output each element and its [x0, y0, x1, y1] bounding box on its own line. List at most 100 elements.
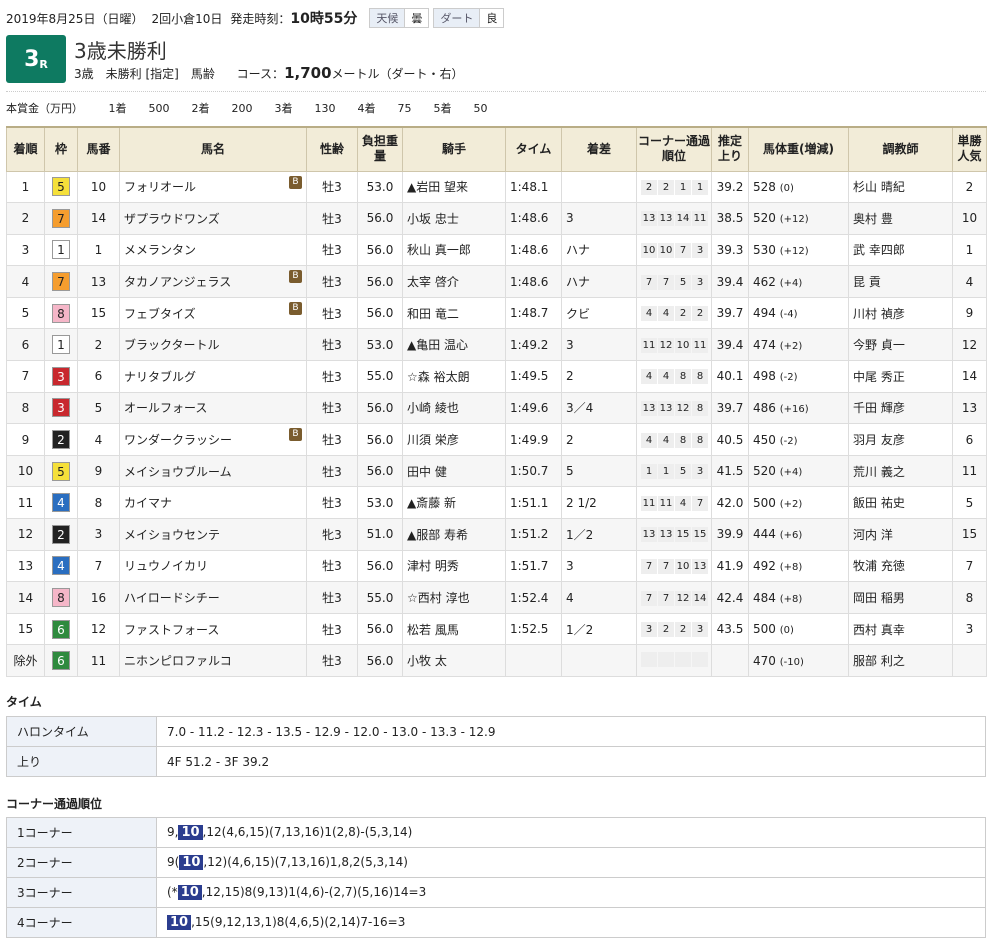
horse-name-link[interactable]: フォリオール: [124, 180, 196, 194]
finish-time: 1:49.6: [505, 391, 562, 425]
trainer-link[interactable]: 服部 利之: [853, 654, 905, 668]
corner-position: 3: [692, 274, 708, 290]
jockey-link[interactable]: 太宰 啓介: [407, 275, 459, 289]
finish-position: 9: [6, 423, 45, 456]
trainer-link[interactable]: 武 幸四郎: [853, 243, 905, 257]
table-row: 2 7 14 ザプラウドワンズ 牡3 56.0 小坂 忠士 1:48.6 3 13 13 14 11 38…: [6, 202, 987, 235]
horse-name-cell: メイショウセンテ: [119, 518, 307, 551]
trainer-link[interactable]: 昆 貢: [853, 275, 881, 289]
horse-name-link[interactable]: ハイロードシチー: [124, 591, 220, 605]
popularity: 12: [952, 328, 987, 362]
prize-item: 4着: [357, 102, 376, 115]
trainer-link[interactable]: 牧浦 充徳: [853, 559, 905, 573]
waku-cell: 3: [44, 391, 78, 425]
trainer-link[interactable]: 杉山 晴紀: [853, 180, 905, 194]
jockey-link[interactable]: 津村 明秀: [407, 559, 459, 573]
corner-order-pre: 9(: [167, 855, 180, 869]
last-3f: 42.0: [711, 486, 749, 520]
table-row: 1 5 10 フォリオール B 牡3 53.0 ▲岩田 望来 1:48.1 2 2 1 1 39.2 528…: [6, 170, 987, 204]
carried-weight: 53.0: [357, 486, 403, 520]
finish-position: 14: [6, 581, 45, 614]
jockey-link[interactable]: 和田 竜二: [407, 307, 459, 321]
trainer-link[interactable]: 川村 禎彦: [853, 307, 905, 321]
divider: [6, 91, 986, 92]
corner-positions: 7753: [636, 265, 712, 298]
trainer-link[interactable]: 今野 貞一: [853, 338, 905, 352]
jockey-link[interactable]: 秋山 真一郎: [407, 243, 471, 257]
jockey-link[interactable]: 田中 健: [407, 465, 447, 479]
blinker-icon: B: [289, 428, 302, 442]
popularity: [952, 644, 987, 677]
horse-name-link[interactable]: ワンダークラッシー: [124, 433, 232, 447]
horse-name-cell: ニホンピロファルコ: [119, 644, 307, 677]
horse-name-link[interactable]: メメランタン: [124, 243, 196, 257]
body-weight: 528: [753, 179, 776, 194]
horse-name-link[interactable]: カイマナ: [124, 496, 172, 510]
prize-label: 本賞金（万円）: [6, 102, 83, 115]
body-weight-diff: (+8): [779, 593, 803, 605]
trainer-link[interactable]: 奥村 豊: [853, 212, 893, 226]
horse-name-link[interactable]: メイショウセンテ: [124, 528, 220, 542]
jockey-link[interactable]: 小坂 忠士: [407, 212, 459, 226]
trainer-link[interactable]: 羽月 友彦: [853, 433, 905, 447]
trainer-link[interactable]: 千田 輝彦: [853, 401, 905, 415]
trainer-link[interactable]: 岡田 稲男: [853, 591, 905, 605]
popularity: 2: [952, 170, 987, 204]
trainer-link[interactable]: 西村 真幸: [853, 623, 905, 637]
corner-row: 1コーナー 9, 10,12(4,6,15)(7,13,16)1(2,8)-(5,3…: [6, 817, 986, 848]
corner-position: 10: [641, 242, 657, 258]
margin: 4: [561, 581, 637, 614]
corner-position: [675, 651, 691, 667]
finish-time: 1:49.5: [505, 360, 562, 393]
finish-time: 1:48.6: [505, 202, 562, 235]
blinker-icon: B: [289, 175, 302, 189]
horse-name-link[interactable]: フェブタイズ: [124, 307, 196, 321]
body-weight-cell: 500 (+2): [748, 486, 849, 520]
horse-name-link[interactable]: メイショウブルーム: [124, 465, 232, 479]
jockey-link[interactable]: ▲岩田 望来: [407, 180, 468, 194]
finish-position: 5: [6, 296, 45, 330]
corner-position: 10: [675, 558, 691, 574]
corner-order-post: ,12,15)8(9,13)1(4,6)-(2,7)(5,16)14=3: [201, 885, 427, 899]
jockey-link[interactable]: ☆森 裕太朗: [407, 370, 470, 384]
jockey-link[interactable]: ▲斎藤 新: [407, 496, 456, 510]
finish-time: [505, 644, 562, 677]
jockey-link[interactable]: 川須 栄彦: [407, 433, 459, 447]
carried-weight: 55.0: [357, 360, 403, 393]
table-row: 8 3 5 オールフォース 牡3 56.0 小崎 綾也 1:49.6 3／4 13 13 12 8 39.…: [6, 391, 987, 425]
horse-name-link[interactable]: タカノアンジェラス: [124, 275, 231, 289]
jockey-link[interactable]: ▲服部 寿希: [407, 528, 468, 542]
trainer-link[interactable]: 河内 洋: [853, 528, 893, 542]
column-header: コーナー通過順位: [636, 126, 712, 172]
horse-name-link[interactable]: ニホンピロファルコ: [124, 654, 232, 668]
jockey-link[interactable]: 小崎 綾也: [407, 401, 459, 415]
horse-name-link[interactable]: ザプラウドワンズ: [124, 212, 220, 226]
margin: 3: [561, 328, 637, 362]
horse-name-link[interactable]: ナリタブルグ: [124, 370, 196, 384]
corner-order-post: ,15(9,12,13,1)8(4,6,5)(2,14)7-16=3: [191, 915, 406, 929]
waku-cell: 6: [44, 644, 78, 677]
horse-name-link[interactable]: リュウノイカリ: [124, 559, 208, 573]
horse-name-cell: フェブタイズ B: [119, 296, 307, 330]
column-header: 馬体重(増減): [748, 126, 849, 172]
jockey-link[interactable]: ☆西村 淳也: [407, 591, 470, 605]
trainer-link[interactable]: 飯田 祐史: [853, 496, 905, 510]
jockey-link[interactable]: 松若 風馬: [407, 623, 459, 637]
horse-name-link[interactable]: ブラックタートル: [124, 338, 220, 352]
horse-name-link[interactable]: オールフォース: [124, 401, 207, 415]
trainer-link[interactable]: 荒川 義之: [853, 465, 905, 479]
jockey-link[interactable]: ▲亀田 温心: [407, 338, 468, 352]
jockey-link[interactable]: 小牧 太: [407, 654, 447, 668]
jockey-cell: ☆森 裕太朗: [402, 360, 506, 393]
horse-name-link[interactable]: ファストフォース: [124, 623, 219, 637]
corner-position: 1: [692, 179, 708, 195]
corner-order: 10,15(9,12,13,1)8(4,6,5)(2,14)7-16=3: [156, 907, 986, 938]
waku-cell: 4: [44, 549, 78, 583]
jockey-cell: 田中 健: [402, 454, 506, 488]
carried-weight: 53.0: [357, 170, 403, 204]
body-weight-diff: (+4): [779, 467, 803, 479]
corner-row: 4コーナー 10,15(9,12,13,1)8(4,6,5)(2,14)7-16=…: [6, 907, 986, 938]
waku-badge: 8: [52, 303, 70, 323]
corner-position: 2: [675, 306, 691, 322]
trainer-link[interactable]: 中尾 秀正: [853, 370, 905, 384]
